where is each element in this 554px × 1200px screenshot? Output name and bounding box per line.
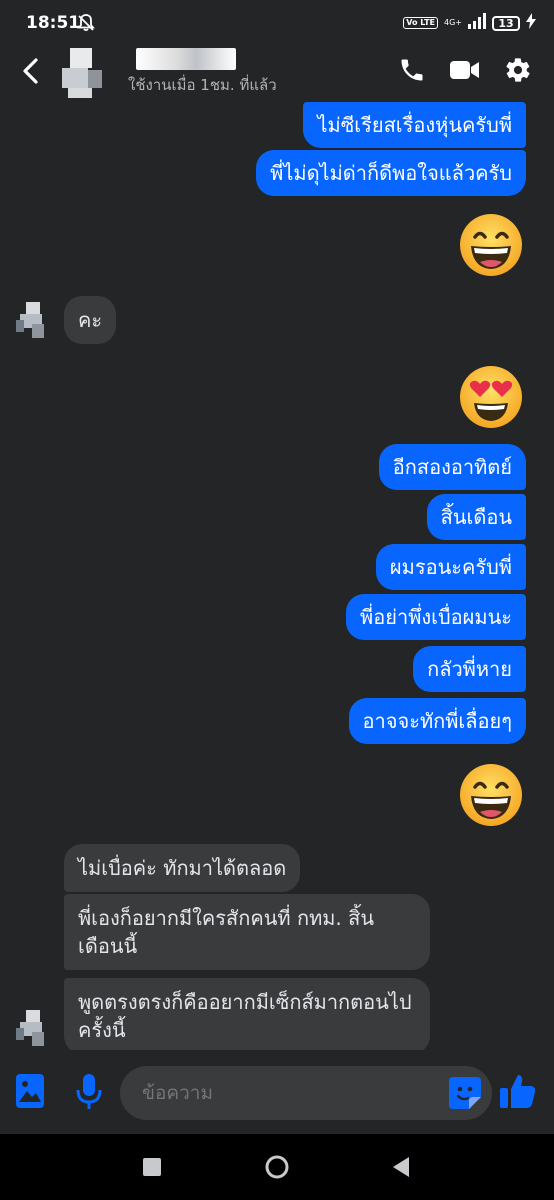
incoming-message[interactable]: ไม่เบื่อค่ะ ทักมาได้ตลอด [64,844,301,892]
heart-eyes-emoji-icon[interactable] [458,364,524,434]
outgoing-message[interactable]: กลัวพี่หาย [413,646,526,692]
message-thread[interactable]: ไม่ซีเรียสเรื่องหุ่นครับพี่ พี่ไม่ดุไม่ด… [0,102,554,1050]
image-icon[interactable] [16,1074,44,1112]
status-bar: 18:51 Vo LTE 4G+ 13 [0,0,554,46]
grinning-emoji-icon[interactable] [458,762,524,832]
charging-icon [526,13,536,33]
incoming-message[interactable]: พูดตรงตรงก็คืออยากมีเซ็กส์มากตอนไปครั้งน… [64,978,430,1050]
message-input[interactable] [120,1066,492,1120]
header-actions [398,56,532,88]
microphone-icon[interactable] [76,1074,102,1114]
outgoing-message[interactable]: ผมรอนะครับพี่ [375,544,526,590]
outgoing-message[interactable]: พี่ไม่ดุไม่ด่าก็ดีพอใจแล้วครับ [256,150,526,196]
sticker-icon[interactable] [449,1077,481,1113]
contact-avatar-small[interactable] [16,302,48,338]
contact-active-status: ใช้งานเมื่อ 1ชม. ที่แล้ว [128,76,277,94]
recents-button[interactable] [143,1158,161,1180]
video-camera-icon[interactable] [450,57,480,87]
incoming-message[interactable]: พี่เองก็อยากมีใครสักคนที่ กทม. สิ้นเดือน… [64,894,430,970]
network-type: 4G+ [444,18,462,27]
system-navigation-bar [0,1134,554,1200]
gear-icon[interactable] [504,56,532,88]
back-button[interactable] [392,1156,410,1182]
conversation-header: ใช้งานเมื่อ 1ชม. ที่แล้ว [0,46,554,102]
outgoing-message[interactable]: อีกสองอาทิตย์ [378,444,526,490]
signal-icon [468,13,486,33]
contact-avatar[interactable] [62,48,126,98]
outgoing-message[interactable]: สิ้นเดือน [426,494,526,540]
contact-avatar-small[interactable] [16,1010,48,1046]
volte-badge: Vo LTE [403,17,438,29]
status-time: 18:51 [26,13,81,33]
back-arrow-icon[interactable] [18,56,44,90]
phone-icon[interactable] [398,56,426,88]
outgoing-message[interactable]: ไม่ซีเรียสเรื่องหุ่นครับพี่ [303,102,526,148]
status-icons: Vo LTE 4G+ 13 [403,13,536,33]
outgoing-message[interactable]: พี่อย่าพึ่งเบื่อผมนะ [346,594,526,640]
message-composer [0,1052,554,1134]
grinning-emoji-icon[interactable] [458,212,524,282]
home-button[interactable] [264,1154,290,1184]
thumbs-up-icon[interactable] [500,1073,536,1113]
incoming-message[interactable]: คะ [64,296,117,344]
contact-name-redacted[interactable] [136,48,236,70]
notifications-off-icon [76,13,96,37]
outgoing-message[interactable]: อาจจะทักพี่เลื่อยๆ [348,698,526,744]
battery-indicator: 13 [492,15,520,31]
